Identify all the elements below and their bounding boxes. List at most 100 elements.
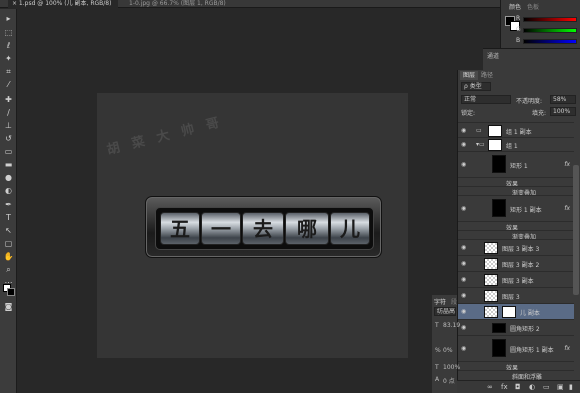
folder-icon[interactable]: ▭ [543,383,550,391]
dodge-tool-icon[interactable]: ◐ [2,185,15,197]
tab-color[interactable]: 颜色 [509,2,521,11]
channels-tab[interactable]: 通道 [487,51,499,60]
visibility-eye-icon[interactable]: ◉ [461,161,466,168]
tab-paths[interactable]: 路径 [478,71,496,80]
zoom-tool-icon[interactable]: ⌕ [2,264,15,276]
layer-mask-thumbnail[interactable] [502,306,516,318]
photoshop-window: × 1.psd @ 100% (儿 副本, RGB/8) 1-0.jpg @ 6… [0,0,580,393]
link-icon[interactable]: ∞ [487,383,493,391]
background-color-swatch[interactable] [7,288,15,296]
blur-tool-icon[interactable]: ● [2,172,15,184]
visibility-eye-icon[interactable]: ◉ [461,276,466,283]
layer-name: 斜面和浮雕 [512,374,543,380]
layer-row[interactable]: ◉ 圆角矩形 2 [458,319,574,335]
adjustment-icon[interactable]: ◐ [529,383,535,391]
visibility-eye-icon[interactable]: ◉ [461,141,466,148]
eyedropper-tool-icon[interactable]: ⁄ [2,79,15,91]
layer-row[interactable]: ◉ ▭ 组 1 副本 [458,122,574,137]
layer-row[interactable]: 渐变叠加 [458,230,574,241]
clone-stamp-tool-icon[interactable]: ⊥ [2,120,15,132]
pen-tool-icon[interactable]: ✒ [2,199,15,211]
scale-icon: T [435,364,439,371]
fx-indicator-icon[interactable]: fx [564,345,570,352]
layers-scrollbar[interactable] [573,165,579,295]
visibility-eye-icon[interactable]: ◉ [461,308,466,315]
fx-icon[interactable]: fx [501,383,508,391]
mask-icon[interactable]: ◘ [515,383,521,391]
layer-name: 组 1 [506,143,518,150]
shape-thumbnail [492,323,506,333]
blend-mode-select[interactable]: 正常 [461,95,511,104]
layer-row[interactable]: 效果 [458,221,574,232]
magic-wand-tool-icon[interactable]: ✦ [2,53,15,65]
layer-row[interactable]: ◉ 图层 3 [458,287,574,303]
type-tool-icon[interactable]: T [2,212,15,224]
visibility-eye-icon[interactable]: ◉ [461,324,466,331]
layer-row[interactable]: ◉ 图层 3 副本 2 [458,255,574,271]
baseline-value[interactable]: 0 点 [443,376,455,385]
tab-character[interactable]: 字符 [434,297,446,306]
visibility-eye-icon[interactable]: ◉ [461,127,466,134]
visibility-eye-icon[interactable]: ◉ [461,205,466,212]
visibility-eye-icon[interactable]: ◉ [461,345,466,352]
new-layer-icon[interactable]: ▣ [557,383,564,391]
crop-tool-icon[interactable]: ⌗ [2,66,15,78]
tab-swatches[interactable]: 色板 [527,2,539,11]
document-tab-active[interactable]: × 1.psd @ 100% (儿 副本, RGB/8) [8,0,118,8]
rectangle-tool-icon[interactable]: ▢ [2,238,15,250]
b-label: B [516,37,521,44]
tab-layers[interactable]: 图层 [460,71,479,80]
visibility-eye-icon[interactable]: ◉ [461,260,466,267]
layer-row[interactable]: 渐变叠加 [458,186,574,197]
tracking-value[interactable]: 0% [443,347,453,354]
layer-name: 图层 3 副本 2 [502,262,540,269]
layer-name: 矩形 1 副本 [510,207,542,214]
tab-paragraph[interactable]: 段 [451,297,457,306]
r-slider[interactable] [523,17,577,22]
layer-row[interactable]: 效果 [458,177,574,188]
layer-row[interactable]: ◉ 矩形 1 副本 fx [458,195,574,221]
folder-icon[interactable]: ▾▭ [476,141,485,148]
layer-row[interactable]: 效果 [458,361,574,372]
folder-icon[interactable]: ▭ [476,127,482,134]
layer-row[interactable]: ◉ 圆角矩形 1 副本 fx [458,335,574,361]
layer-row[interactable]: 斜面和浮雕 [458,370,574,380]
layers-footer: ∞ fx ◘ ◐ ▭ ▣ ▮ [457,380,580,393]
layer-row[interactable]: ◉ 图层 3 副本 [458,271,574,287]
visibility-eye-icon[interactable]: ◉ [461,244,466,251]
document-canvas[interactable]: 胡 菜 大 帅 哥 五 一 去 哪 儿 [97,93,408,358]
fx-indicator-icon[interactable]: fx [564,205,570,212]
font-size-value[interactable]: 83.19 [443,322,460,329]
watermark-text: 胡 菜 大 帅 哥 [105,114,225,159]
b-slider[interactable] [523,39,577,44]
layer-filter-select[interactable]: ρ 类型 [461,82,491,91]
layer-name: 矩形 1 [510,163,528,170]
g-slider[interactable] [523,28,577,33]
opacity-input[interactable]: 58% [550,95,576,104]
trash-icon[interactable]: ▮ [569,383,573,391]
history-brush-tool-icon[interactable]: ↺ [2,133,15,145]
layer-thumbnail [488,125,502,137]
font-family-select[interactable]: 纺晶高铌 [434,307,456,316]
brush-tool-icon[interactable]: ∕ [2,107,15,119]
layer-row[interactable]: ◉ 图层 3 副本 3 [458,239,574,255]
visibility-eye-icon[interactable]: ◉ [461,292,466,299]
gradient-tool-icon[interactable]: ▬ [2,159,15,171]
fx-indicator-icon[interactable]: fx [564,161,570,168]
path-selection-tool-icon[interactable]: ↖ [2,225,15,237]
move-tool-icon[interactable]: ▸ [2,13,15,25]
marquee-tool-icon[interactable]: ⬚ [2,27,15,39]
fill-input[interactable]: 100% [550,107,576,116]
layer-row[interactable]: ◉ 矩形 1 fx [458,151,574,177]
roller-char: 去 [253,217,273,241]
lasso-tool-icon[interactable]: ℓ [2,40,15,52]
layer-row[interactable]: ◉ ▾▭ 组 1 [458,137,574,151]
scale-value[interactable]: 100% [443,364,460,371]
healing-brush-tool-icon[interactable]: ✚ [2,94,15,106]
quick-mask-icon[interactable]: ◙ [2,301,15,313]
eraser-tool-icon[interactable]: ▭ [2,146,15,158]
hand-tool-icon[interactable]: ✋ [2,251,15,263]
layer-row[interactable]: ◉ 儿 副本 [458,303,574,319]
layer-name: 图层 3 副本 [502,278,534,285]
document-tab[interactable]: 1-0.jpg @ 66.7% (图层 1, RGB/8) [125,0,265,8]
